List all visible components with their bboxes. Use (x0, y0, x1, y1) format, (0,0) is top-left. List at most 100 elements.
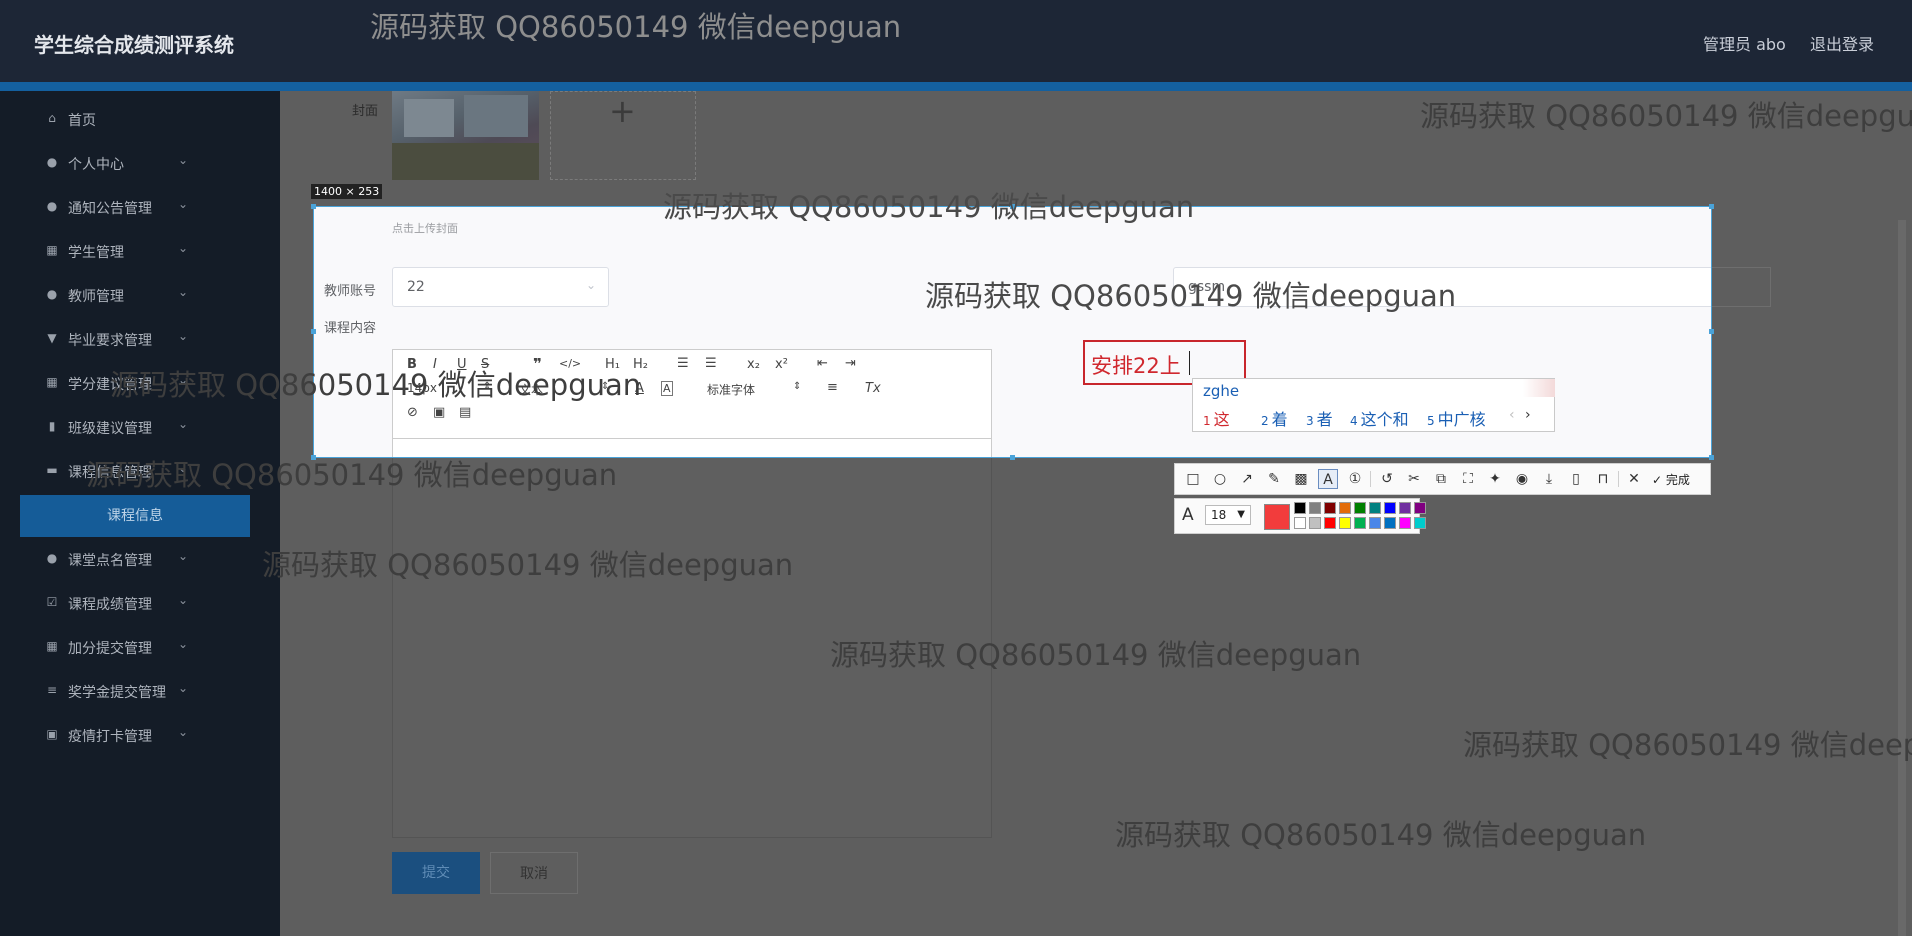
sidebar-item-epidemic[interactable]: ▣ 疫情打卡管理 ⌄ (0, 713, 280, 757)
arrow-icon[interactable]: ↗ (1237, 469, 1257, 489)
teacher-account-select[interactable]: 22 ⌄ (392, 267, 609, 307)
color-swatch[interactable] (1399, 502, 1411, 514)
number-marker-icon[interactable]: ① (1345, 469, 1365, 489)
resize-handle[interactable] (1010, 455, 1015, 460)
sidebar-item-bonus[interactable]: ▦ 加分提交管理 ⌄ (0, 625, 280, 669)
chevron-down-icon: ⌄ (178, 153, 189, 167)
ordered-list-icon[interactable]: ☰ (677, 356, 689, 371)
color-swatch[interactable] (1309, 517, 1321, 529)
course-content-label: 课程内容 (324, 321, 377, 336)
record-icon[interactable]: ◉ (1512, 469, 1532, 489)
phone-icon[interactable]: ▯ (1566, 469, 1586, 489)
video-icon[interactable]: ▤ (459, 405, 471, 420)
font-size-dropdown[interactable]: 18 ▼ (1205, 505, 1251, 525)
ellipse-icon[interactable]: ○ (1210, 469, 1230, 489)
image-icon[interactable]: ▣ (433, 405, 445, 420)
cover-image (392, 91, 539, 180)
home-icon: ⌂ (48, 111, 56, 125)
translate-icon[interactable]: ⧉ (1431, 469, 1451, 489)
bookmark-icon[interactable]: ⊓ (1593, 469, 1613, 489)
resize-handle[interactable] (1709, 455, 1714, 460)
sidebar-subitem-course-info[interactable]: 课程信息 (20, 495, 250, 537)
color-swatch[interactable] (1324, 517, 1336, 529)
cancel-button[interactable]: 取消 (490, 852, 578, 894)
logout-link[interactable]: 退出登录 (1810, 31, 1874, 55)
color-swatch[interactable] (1369, 517, 1381, 529)
ime-candidate[interactable]: 5 中广核 (1427, 406, 1486, 430)
current-color-swatch[interactable] (1264, 504, 1290, 530)
location-pin-icon: ● (46, 199, 58, 213)
chevron-down-icon: ⌄ (585, 278, 596, 292)
background-color-icon[interactable]: A (661, 381, 673, 396)
color-swatch[interactable] (1384, 502, 1396, 514)
resize-handle[interactable] (311, 329, 316, 334)
font-family-select[interactable]: 标准字体 (707, 381, 755, 398)
admin-user-label[interactable]: 管理员 abo (1703, 31, 1786, 55)
sidebar-item-profile[interactable]: ● 个人中心 ⌄ (0, 141, 280, 185)
cut-icon[interactable]: ✂ (1404, 469, 1424, 489)
sidebar-item-scholarship[interactable]: ≡ 奖学金提交管理 ⌄ (0, 669, 280, 713)
color-swatch[interactable] (1339, 517, 1351, 529)
watermark-text: 源码获取 QQ86050149 微信deepguan (1420, 99, 1912, 133)
clear-format-icon[interactable]: Tx (865, 381, 881, 396)
long-capture-icon[interactable]: ⛶ (1458, 469, 1478, 489)
color-swatch[interactable] (1294, 502, 1306, 514)
done-button[interactable]: ✓ 完成 (1652, 471, 1690, 488)
watermark-text: 源码获取 QQ86050149 微信deepguan (925, 279, 1457, 313)
ime-candidate[interactable]: 2着 (1261, 406, 1288, 430)
sidebar-item-class-advice[interactable]: ▮ 班级建议管理 ⌄ (0, 405, 280, 449)
superscript-icon[interactable]: x² (775, 357, 788, 372)
clipboard-icon: ▣ (46, 727, 58, 741)
text-caret (1189, 351, 1190, 375)
close-icon[interactable]: ✕ (1624, 469, 1644, 489)
download-icon[interactable]: ⤓ (1539, 469, 1559, 489)
color-swatch[interactable] (1339, 502, 1351, 514)
link-icon[interactable]: ⊘ (407, 405, 418, 420)
ime-prev-page-icon[interactable]: ‹ (1509, 407, 1515, 423)
submit-button[interactable]: 提交 (392, 852, 480, 894)
sidebar-item-notices[interactable]: ● 通知公告管理 ⌄ (0, 185, 280, 229)
teacher-name-input-end[interactable] (1703, 267, 1771, 307)
page-scrollbar[interactable] (1898, 220, 1906, 936)
ime-candidate[interactable]: 4 这个和 (1350, 406, 1409, 430)
ime-next-page-icon[interactable]: › (1525, 407, 1531, 423)
undo-icon[interactable]: ↺ (1377, 469, 1397, 489)
cover-upload-button[interactable]: + (550, 91, 696, 180)
ime-candidate[interactable]: 1这 (1203, 406, 1230, 430)
text-tool-icon[interactable]: A (1318, 469, 1338, 489)
sidebar-item-graduation[interactable]: ▼ 毕业要求管理 ⌄ (0, 317, 280, 361)
color-swatch[interactable] (1384, 517, 1396, 529)
resize-handle[interactable] (311, 204, 316, 209)
color-swatch[interactable] (1324, 502, 1336, 514)
sidebar-item-roll-call[interactable]: ● 课堂点名管理 ⌄ (0, 537, 280, 581)
sidebar-item-teachers[interactable]: ● 教师管理 ⌄ (0, 273, 280, 317)
bullet-list-icon[interactable]: ☰ (705, 356, 717, 371)
pencil-icon[interactable]: ✎ (1264, 469, 1284, 489)
sidebar-item-students[interactable]: ▦ 学生管理 ⌄ (0, 229, 280, 273)
color-swatch[interactable] (1354, 502, 1366, 514)
watermark-text: 源码获取 QQ86050149 微信deepguan (86, 458, 618, 492)
sidebar-item-home[interactable]: ⌂ 首页 (0, 97, 280, 141)
subscript-icon[interactable]: x₂ (747, 357, 760, 372)
outdent-icon[interactable]: ⇤ (817, 356, 828, 371)
sidebar-item-grades[interactable]: ☑ 课程成绩管理 ⌄ (0, 581, 280, 625)
grid-icon: ▦ (46, 639, 58, 653)
align-icon[interactable]: ≡ (827, 380, 838, 395)
grid-icon: ▦ (46, 375, 58, 389)
mosaic-icon[interactable]: ▩ (1291, 469, 1311, 489)
color-swatch[interactable] (1414, 517, 1426, 529)
resize-handle[interactable] (1709, 204, 1714, 209)
pin-icon[interactable]: ✦ (1485, 469, 1505, 489)
color-swatch[interactable] (1369, 502, 1381, 514)
ime-candidate[interactable]: 3者 (1306, 406, 1333, 430)
teacher-account-value: 22 (407, 279, 425, 295)
color-swatch[interactable] (1414, 502, 1426, 514)
rectangle-icon[interactable]: □ (1183, 469, 1203, 489)
resize-handle[interactable] (1709, 329, 1714, 334)
color-swatch[interactable] (1354, 517, 1366, 529)
indent-icon[interactable]: ⇥ (845, 356, 856, 371)
color-swatch[interactable] (1294, 517, 1306, 529)
color-swatch[interactable] (1399, 517, 1411, 529)
chevron-down-icon: ⌄ (178, 241, 189, 255)
color-swatch[interactable] (1309, 502, 1321, 514)
